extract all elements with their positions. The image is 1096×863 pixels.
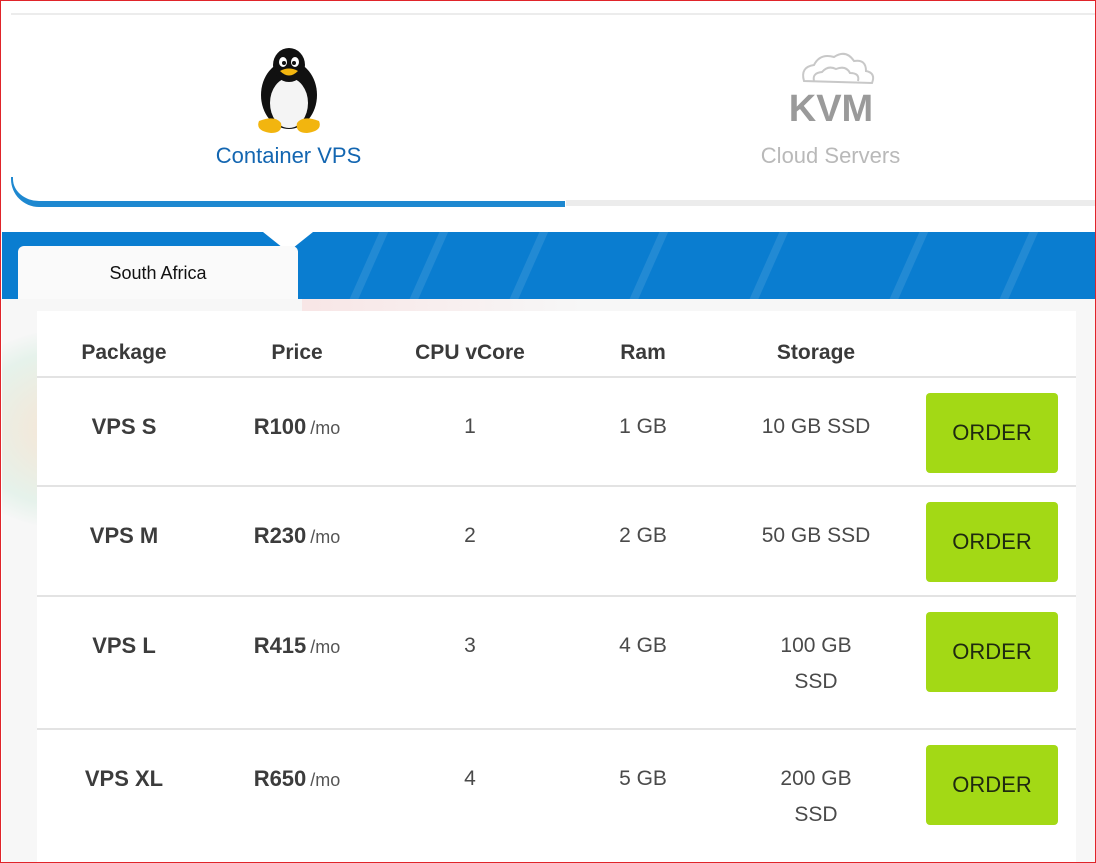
order-button[interactable]: ORDER — [926, 612, 1058, 692]
cpu-value: 1 — [464, 415, 476, 438]
header-ram: Ram — [620, 341, 666, 364]
kvm-logo-text: KVM — [788, 88, 872, 130]
tab-label-container-vps: Container VPS — [215, 143, 362, 168]
storage-value: 10 GB SSD — [761, 415, 871, 438]
inactive-tab-line — [566, 200, 1095, 206]
linux-penguin-icon — [11, 45, 566, 137]
table-row: VPS L R415/mo 3 4 GB 100 GB SSD ORDER — [37, 597, 1076, 730]
header-storage: Storage — [776, 341, 856, 364]
storage-value: 50 GB SSD — [761, 524, 871, 547]
package-name: VPS S — [91, 414, 157, 439]
table-row: VPS M R230/mo 2 2 GB 50 GB SSD ORDER — [37, 487, 1076, 597]
header-package: Package — [81, 341, 167, 364]
order-button[interactable]: ORDER — [926, 502, 1058, 582]
region-tab-south-africa[interactable]: South Africa — [18, 246, 298, 300]
table-header: Package Price CPU vCore Ram Storage — [37, 311, 1076, 378]
order-button[interactable]: ORDER — [926, 745, 1058, 825]
cpu-value: 3 — [464, 634, 476, 657]
ram-value: 4 GB — [619, 634, 667, 657]
package-price: R100/mo — [253, 414, 341, 439]
package-name: VPS XL — [84, 766, 164, 791]
cpu-value: 2 — [464, 524, 476, 547]
ram-value: 2 GB — [619, 524, 667, 547]
page-frame: Container VPS KVM Cloud Servers South Af… — [0, 0, 1096, 863]
package-price: R650/mo — [253, 766, 341, 791]
storage-value: 100 GB SSD — [780, 634, 852, 693]
tab-cloud-servers[interactable]: KVM Cloud Servers — [566, 15, 1095, 205]
pricing-table: Package Price CPU vCore Ram Storage VPS … — [37, 311, 1076, 862]
table-row: VPS XL R650/mo 4 5 GB 200 GB SSD ORDER — [37, 730, 1076, 862]
ram-value: 5 GB — [619, 767, 667, 790]
storage-value: 200 GB SSD — [780, 767, 852, 826]
header-price: Price — [271, 341, 323, 364]
tab-label-cloud-servers: Cloud Servers — [760, 143, 901, 168]
ram-value: 1 GB — [619, 415, 667, 438]
order-button[interactable]: ORDER — [926, 393, 1058, 473]
package-price: R415/mo — [253, 633, 341, 658]
package-name: VPS M — [89, 523, 159, 548]
package-price: R230/mo — [253, 523, 341, 548]
kvm-cloud-icon: KVM — [566, 45, 1095, 137]
package-name: VPS L — [92, 633, 156, 658]
table-row: VPS S R100/mo 1 1 GB 10 GB SSD ORDER — [37, 378, 1076, 487]
active-tab-indicator — [11, 177, 565, 207]
header-cpu: CPU vCore — [415, 341, 525, 364]
cpu-value: 4 — [464, 767, 476, 790]
